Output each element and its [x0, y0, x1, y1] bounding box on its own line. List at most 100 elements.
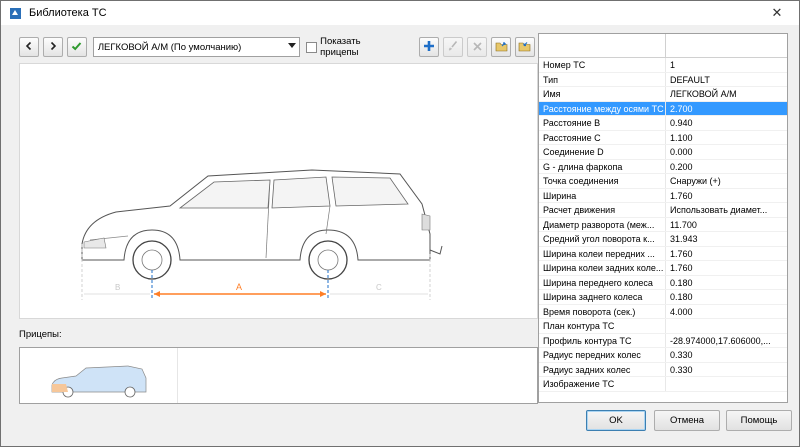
property-value[interactable]: Использовать диамет... [666, 203, 787, 217]
export-button[interactable] [515, 37, 535, 57]
apply-button[interactable] [66, 37, 87, 57]
property-row[interactable]: Изображение ТС [539, 377, 787, 392]
property-row[interactable]: Средний угол поворота к... 31.943 [539, 232, 787, 247]
property-value[interactable]: 0.180 [666, 290, 787, 304]
edit-vehicle-button[interactable] [443, 37, 464, 57]
paint-brush-icon [447, 40, 459, 54]
back-button[interactable] [19, 37, 39, 57]
property-value[interactable]: 4.000 [666, 305, 787, 319]
property-row[interactable]: Расстояние между осями ТС 2.700 [539, 101, 787, 116]
property-row[interactable]: G - длина фаркопа 0.200 [539, 159, 787, 174]
vehicle-library-window: Библиотека ТС ✕ ЛЕГКОВОЙ А/М (По умолчан… [0, 0, 800, 447]
trailers-label: Прицепы: [19, 329, 62, 340]
close-icon[interactable]: ✕ [769, 5, 785, 21]
property-name: G - длина фаркопа [539, 159, 666, 173]
property-name: Точка соединения [539, 174, 666, 188]
trailers-list [19, 347, 538, 404]
property-value[interactable]: 2.700 [666, 101, 787, 115]
property-value[interactable]: 0.330 [666, 363, 787, 377]
trailer-thumbnail[interactable] [20, 348, 178, 403]
ok-button[interactable]: OK [586, 410, 646, 431]
property-row[interactable]: Радиус задних колес 0.330 [539, 362, 787, 377]
property-value[interactable]: 0.180 [666, 276, 787, 290]
title-bar: Библиотека ТС ✕ [1, 1, 799, 25]
property-row[interactable]: Номер ТС 1 [539, 58, 787, 73]
property-name: Расстояние C [539, 130, 666, 144]
property-name: Время поворота (сек.) [539, 304, 666, 318]
property-name: Профиль контура ТС [539, 333, 666, 347]
property-name: Изображение ТС [539, 377, 666, 391]
property-row[interactable]: Радиус передних колес 0.330 [539, 348, 787, 363]
property-row[interactable]: Расстояние B 0.940 [539, 116, 787, 131]
property-name: Соединение D [539, 145, 666, 159]
cancel-button[interactable]: Отмена [654, 410, 720, 431]
show-trailers-label: Показать прицепы [320, 36, 361, 58]
window-title: Библиотека ТС [29, 7, 107, 19]
help-button[interactable]: Помощь [726, 410, 792, 431]
property-value[interactable]: Снаружи (+) [666, 174, 787, 188]
dialog-body: ЛЕГКОВОЙ А/М (По умолчанию) Показать при… [8, 27, 794, 441]
property-row[interactable]: Соединение D 0.000 [539, 145, 787, 160]
property-name: Средний угол поворота к... [539, 232, 666, 246]
properties-grid[interactable]: Номер ТС 1 Тип DEFAULT Имя ЛЕГКОВОЙ А/М Рассто… [538, 33, 788, 403]
property-value[interactable]: DEFAULT [666, 73, 787, 87]
plus-icon [423, 40, 435, 54]
property-name: Имя [539, 87, 666, 101]
property-name: Ширина колеи задних коле... [539, 261, 666, 275]
property-row[interactable]: Профиль контура ТС -28.974000,17.606000,.… [539, 333, 787, 348]
x-delete-icon [472, 41, 483, 54]
property-value[interactable]: 1.760 [666, 261, 787, 275]
property-value[interactable]: 1.760 [666, 189, 787, 203]
show-trailers-option[interactable]: Показать прицепы [306, 36, 401, 58]
property-row[interactable]: План контура ТС [539, 319, 787, 334]
property-row[interactable]: Тип DEFAULT [539, 72, 787, 87]
property-name: Радиус задних колес [539, 362, 666, 376]
property-value[interactable]: 11.700 [666, 218, 787, 232]
chevron-right-icon [48, 41, 58, 53]
forward-button[interactable] [42, 37, 63, 57]
property-row[interactable]: Ширина 1.760 [539, 188, 787, 203]
property-row[interactable]: Ширина переднего колеса 0.180 [539, 275, 787, 290]
property-name: Тип [539, 72, 666, 86]
property-row[interactable]: Имя ЛЕГКОВОЙ А/М [539, 87, 787, 102]
property-value[interactable]: 0.330 [666, 348, 787, 362]
property-value[interactable] [666, 319, 787, 333]
property-name: Диаметр разворота (меж... [539, 217, 666, 231]
property-name: Ширина [539, 188, 666, 202]
property-row[interactable]: Ширина колеи передних ... 1.760 [539, 246, 787, 261]
show-trailers-checkbox[interactable] [306, 41, 318, 53]
property-name: Ширина переднего колеса [539, 275, 666, 289]
property-value[interactable]: -28.974000,17.606000,... [666, 334, 787, 348]
property-value[interactable] [666, 377, 787, 391]
property-name: Ширина заднего колеса [539, 290, 666, 304]
property-row[interactable]: Расстояние C 1.100 [539, 130, 787, 145]
property-name: Расстояние B [539, 116, 666, 130]
property-value[interactable]: 31.943 [666, 232, 787, 246]
property-value[interactable]: 0.940 [666, 116, 787, 130]
vehicle-select-value: ЛЕГКОВОЙ А/М (По умолчанию) [97, 41, 242, 53]
property-row[interactable]: Точка соединения Снаружи (+) [539, 174, 787, 189]
property-row[interactable]: Диаметр разворота (меж... 11.700 [539, 217, 787, 232]
property-name: Расчет движения [539, 203, 666, 217]
dimension-c-label: C [376, 283, 382, 292]
property-name: Номер ТС [539, 58, 666, 72]
property-value[interactable]: 0.000 [666, 145, 787, 159]
property-name: Радиус передних колес [539, 348, 666, 362]
delete-vehicle-button[interactable] [467, 37, 488, 57]
import-button[interactable] [491, 37, 511, 57]
car-side-drawing: A B C [81, 169, 443, 300]
property-row[interactable]: Расчет движения Использовать диамет... [539, 203, 787, 218]
property-value[interactable]: 1.100 [666, 131, 787, 145]
toolbar: ЛЕГКОВОЙ А/М (По умолчанию) Показать при… [19, 35, 539, 59]
property-row[interactable]: Время поворота (сек.) 4.000 [539, 304, 787, 319]
property-value[interactable]: 1.760 [666, 247, 787, 261]
chevron-down-icon [288, 43, 297, 48]
property-value[interactable]: ЛЕГКОВОЙ А/М [666, 87, 787, 101]
property-value[interactable]: 0.200 [666, 160, 787, 174]
property-row[interactable]: Ширина колеи задних коле... 1.760 [539, 261, 787, 276]
property-value[interactable]: 1 [666, 58, 787, 72]
vehicle-select[interactable]: ЛЕГКОВОЙ А/М (По умолчанию) [92, 37, 301, 57]
add-vehicle-button[interactable] [419, 37, 440, 57]
property-row[interactable]: Ширина заднего колеса 0.180 [539, 290, 787, 305]
dimension-b-label: B [115, 283, 120, 292]
